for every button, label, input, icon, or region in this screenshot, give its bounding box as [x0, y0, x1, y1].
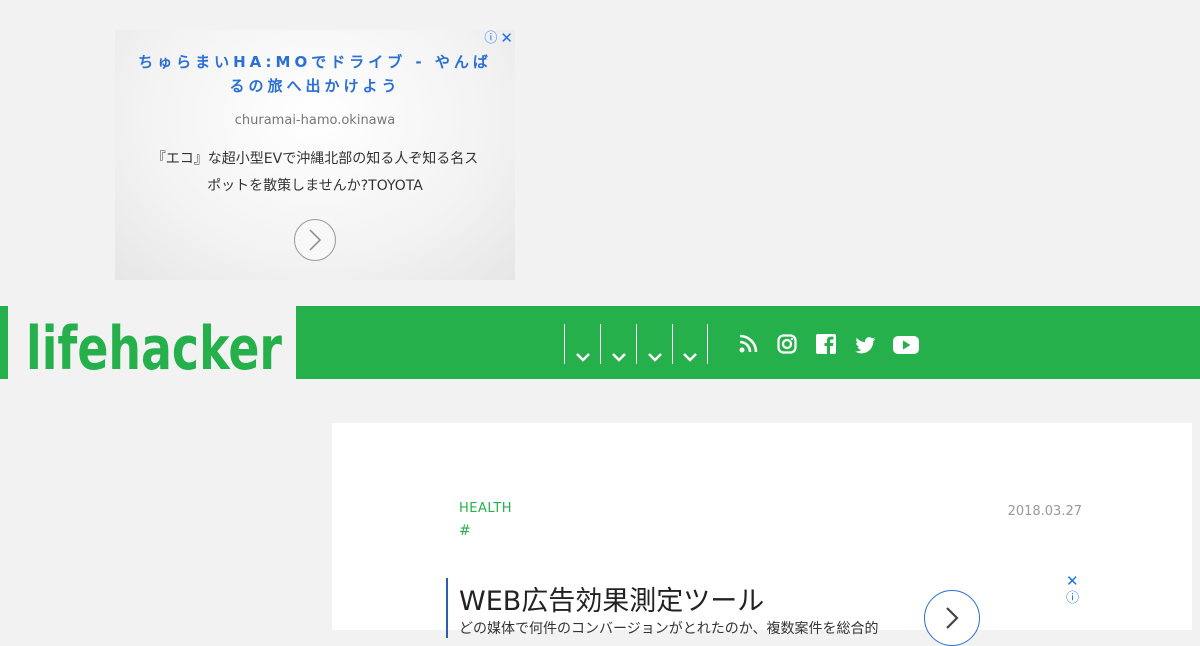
- article-category[interactable]: HEALTH: [459, 501, 512, 516]
- twitter-icon[interactable]: [855, 337, 876, 354]
- info-icon[interactable]: ⓘ: [484, 31, 497, 46]
- ad-description: 『エコ』な超小型EVで沖縄北部の知る人ぞ知る名スポットを散策しませんか?TOYO…: [151, 151, 479, 194]
- close-icon[interactable]: ✕: [1066, 573, 1079, 589]
- facebook-icon[interactable]: [816, 334, 836, 354]
- instagram-icon[interactable]: [777, 334, 797, 354]
- ad-title[interactable]: ちゅらまいHA:MOでドライブ - やんばるの旅へ出かけよう: [135, 50, 495, 98]
- chevron-right-icon: [946, 607, 959, 629]
- site-header: lifehacker: [0, 306, 1200, 379]
- nav-dropdown-3[interactable]: [636, 324, 672, 364]
- svg-text:lifehacker: lifehacker: [26, 314, 282, 379]
- youtube-icon[interactable]: [893, 335, 919, 355]
- ad-arrow-button[interactable]: [294, 219, 336, 261]
- nav-dropdown-4[interactable]: [672, 324, 708, 364]
- inline-ad[interactable]: WEB広告効果測定ツール どの媒体で何件のコンバージョンがとれたのか、複数案件を…: [446, 578, 1088, 646]
- inline-ad-title[interactable]: WEB広告効果測定ツール: [459, 579, 764, 618]
- inline-ad-description: どの媒体で何件のコンバージョンがとれたのか、複数案件を総合的: [459, 621, 879, 637]
- chevron-down-icon: [611, 353, 626, 362]
- close-icon[interactable]: ✕: [500, 31, 513, 46]
- chevron-down-icon: [683, 353, 697, 362]
- article-tag[interactable]: #: [459, 523, 471, 539]
- nav-dropdown-2[interactable]: [600, 324, 636, 364]
- info-icon[interactable]: ⓘ: [1066, 591, 1079, 606]
- top-ad-banner[interactable]: ⓘ ✕ ちゅらまいHA:MOでドライブ - やんばるの旅へ出かけよう chura…: [115, 30, 515, 280]
- chevron-down-icon: [647, 353, 662, 362]
- logo-container[interactable]: lifehacker: [8, 306, 296, 379]
- ad-domain: churamai-hamo.okinawa: [234, 113, 396, 128]
- chevron-right-icon: [309, 229, 322, 251]
- article-card: HEALTH # 2018.03.27 WEB広告効果測定ツール どの媒体で何件…: [332, 423, 1192, 646]
- article-date: 2018.03.27: [1007, 504, 1082, 519]
- rss-icon[interactable]: [739, 334, 758, 353]
- main-nav: [564, 324, 708, 364]
- ad-choices[interactable]: ⓘ ✕: [484, 31, 513, 47]
- nav-dropdown-1[interactable]: [564, 324, 600, 364]
- chevron-down-icon: [575, 353, 590, 362]
- lifehacker-logo[interactable]: lifehacker: [24, 306, 296, 379]
- inline-ad-arrow-button[interactable]: [924, 590, 980, 646]
